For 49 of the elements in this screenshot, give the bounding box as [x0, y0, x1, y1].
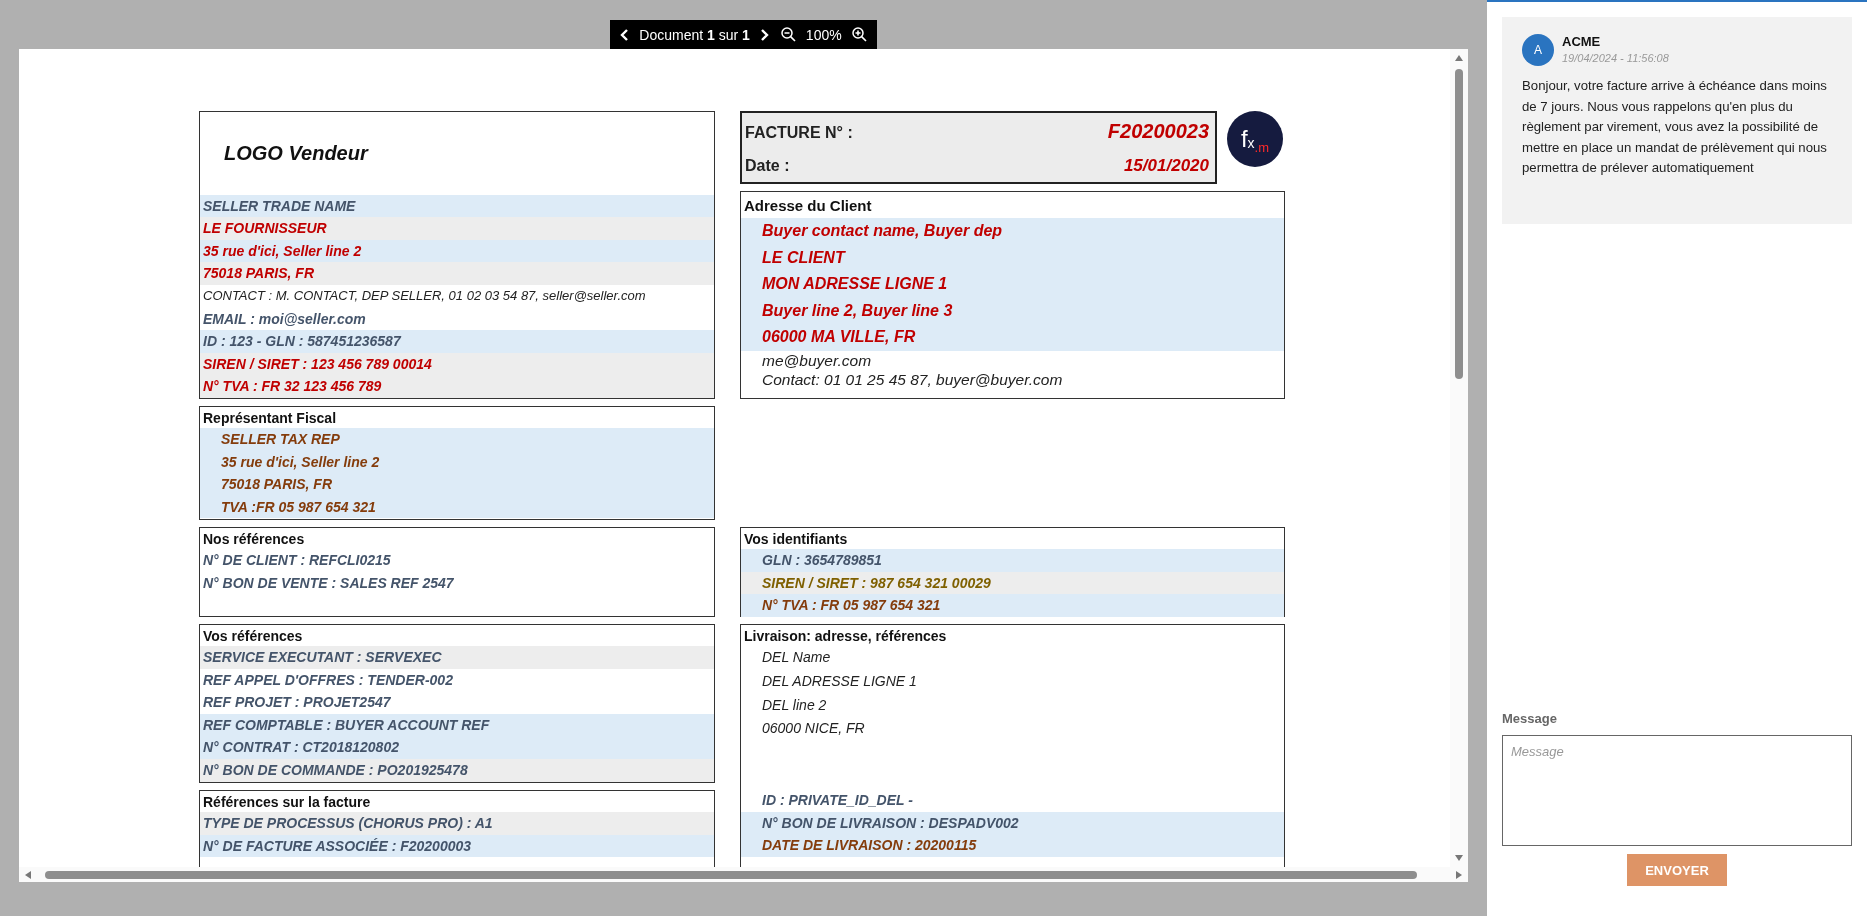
invoice-line: REF APPEL D'OFFRES : TENDER-002 [202, 670, 454, 690]
invoice-line: REF PROJET : PROJET2547 [202, 693, 392, 713]
section-title: Nos références [202, 530, 306, 549]
invoice-date-label: Date : [745, 156, 790, 175]
invoice-line: DEL ADRESSE LIGNE 1 [761, 671, 918, 691]
invoice-line: DEL Name [761, 648, 832, 667]
message-time: 19/04/2024 - 11:56:08 [1562, 52, 1669, 64]
message-field[interactable]: Message [1502, 735, 1852, 846]
horizontal-scrollbar[interactable] [19, 867, 1468, 882]
scroll-up-icon [1455, 55, 1463, 61]
zoom-in-button[interactable] [849, 25, 869, 44]
section-title: Adresse du Client [743, 196, 873, 216]
seller-logo-text: LOGO Vendeur [224, 141, 368, 165]
invoice-line: me@buyer.com [761, 350, 873, 370]
invoice-line: ID : PRIVATE_ID_DEL - [761, 791, 914, 811]
invoice-number: F20200023 [1107, 119, 1209, 143]
scroll-left-icon [25, 870, 31, 879]
zoom-out-icon [780, 27, 796, 42]
scroll-right-icon [1456, 870, 1462, 879]
chevron-right-icon [759, 28, 769, 41]
avatar: A [1522, 34, 1554, 66]
brand-logo: fx.m [1227, 111, 1283, 167]
invoice-date: 15/01/2020 [1123, 155, 1209, 176]
zoom-in-icon [851, 27, 867, 42]
invoice-line: EMAIL : moi@seller.com [202, 309, 367, 329]
invoice-number-label: FACTURE N° : [745, 123, 853, 142]
chevron-left-icon [620, 28, 630, 41]
invoice-line: N° BON DE VENTE : SALES REF 2547 [202, 573, 455, 593]
message-label: Message [1502, 711, 1558, 726]
scrollbar-thumb[interactable] [1455, 69, 1463, 379]
invoice-line: DEL line 2 [761, 695, 828, 715]
zoom-out-button[interactable] [778, 25, 798, 44]
invoice-line: N° DE CLIENT : REFCLI0215 [202, 551, 392, 570]
section-title: Vos références [202, 627, 304, 646]
invoice-line: 06000 NICE, FR [761, 719, 866, 739]
invoice-line: Contact: 01 01 25 45 87, buyer@buyer.com [761, 369, 1064, 389]
invoice-line: CONTACT : M. CONTACT, DEP SELLER, 01 02 03 54 87, seller@seller.com [202, 287, 647, 306]
section-title: Représentant Fiscal [202, 409, 338, 428]
scrollbar-thumb[interactable] [45, 870, 1417, 879]
zoom-level: 100% [805, 26, 842, 43]
page-indicator: Document 1 sur 1 [639, 26, 750, 43]
send-button[interactable]: ENVOYER [1627, 854, 1727, 886]
section-title: Livraison: adresse, références [743, 627, 948, 646]
section-title: Vos identifiants [743, 530, 849, 549]
section-title: Références sur la facture [202, 793, 372, 812]
scroll-down-icon [1455, 855, 1463, 861]
message-author: ACME [1562, 34, 1602, 49]
message-text: Bonjour, votre facture arrive à échéance dans moins de 7 jours. Nous vous rappelons qu'en plus du règlement par virement, vous avez la possibilité de mettre en place un mandat de prélèvement qui nous permettra de prélever automatiquement [1522, 77, 1828, 177]
vertical-scrollbar[interactable] [1450, 49, 1468, 867]
